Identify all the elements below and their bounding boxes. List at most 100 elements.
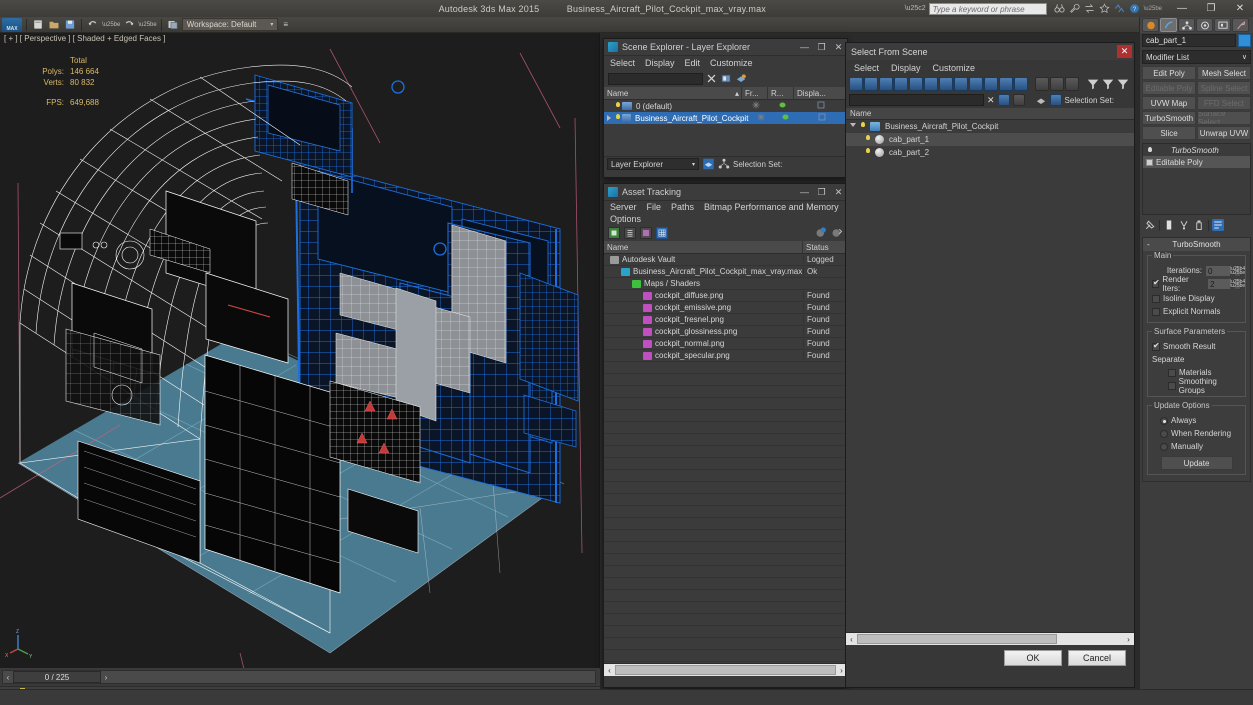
materials-checkbox[interactable] (1168, 368, 1176, 377)
bone-objects-icon[interactable] (984, 76, 998, 91)
asset-row[interactable]: cockpit_normal.png Found (604, 338, 847, 350)
explorer-mode-arrow[interactable]: ▾ (692, 161, 695, 168)
asset-empty-row[interactable] (604, 398, 847, 410)
filter-icon[interactable] (1086, 77, 1100, 91)
asset-empty-row[interactable] (604, 530, 847, 542)
scene-explorer-maximize[interactable]: ❐ (813, 39, 830, 56)
asset-row[interactable]: Autodesk Vault Logged (604, 254, 847, 266)
column-name[interactable]: Name (604, 240, 803, 254)
explicit-normals-checkbox[interactable] (1152, 307, 1160, 316)
scroll-right-arrow[interactable]: › (1123, 635, 1134, 644)
asset-tracking-list[interactable]: Autodesk Vault Logged Business_Aircraft_Pi… (604, 254, 847, 663)
menu-server[interactable]: Server (610, 202, 637, 212)
asset-tracking-titlebar[interactable]: Asset Tracking — ❐ ✕ (604, 184, 847, 201)
cameras-icon[interactable] (909, 76, 923, 91)
autodesk-360-icon[interactable] (1114, 3, 1125, 14)
workspace-selector[interactable]: Workspace: Default ▾ (181, 18, 279, 31)
asset-empty-row[interactable] (604, 650, 847, 662)
always-radio[interactable] (1160, 416, 1168, 425)
scene-explorer-find-input[interactable] (608, 72, 703, 85)
menu-select[interactable]: Select (610, 58, 635, 68)
open-file-icon[interactable] (47, 18, 61, 31)
hierarchy-icon[interactable] (718, 158, 730, 170)
asset-row[interactable]: Business_Aircraft_Pilot_Cockpit_max_vray… (604, 266, 847, 278)
modifier-list-dropdown[interactable]: Modifier List ∨ (1142, 50, 1251, 64)
titlebar-overflow-arrow[interactable]: \u25be (1144, 6, 1162, 12)
particles-icon[interactable] (1014, 76, 1028, 91)
manually-radio[interactable] (1160, 442, 1168, 451)
star-icon[interactable] (1099, 3, 1110, 14)
asset-empty-row[interactable] (604, 554, 847, 566)
light-bulb-icon[interactable] (859, 122, 867, 131)
layer-props-icon[interactable] (735, 73, 747, 84)
modifier-button-uvw-map[interactable]: UVW Map (1142, 96, 1196, 110)
thumbnail-icon[interactable] (640, 227, 652, 239)
menu-edit[interactable]: Edit (685, 58, 701, 68)
asset-row[interactable]: cockpit_glossiness.png Found (604, 326, 847, 338)
iterations-input[interactable]: 0 (1205, 264, 1231, 277)
viewport-label[interactable]: [ + ] [ Perspective ] [ Shaded + Edged F… (4, 34, 165, 43)
pin-stack-icon[interactable] (1144, 219, 1156, 231)
column-display[interactable]: Displa... (794, 86, 846, 100)
menu-select[interactable]: Select (854, 63, 879, 73)
geometry-icon[interactable] (864, 76, 878, 91)
asset-empty-row[interactable] (604, 470, 847, 482)
hierarchy-tab-icon[interactable] (1178, 18, 1195, 32)
asset-empty-row[interactable] (604, 542, 847, 554)
cockpit-3d-model[interactable]: Z Y X (0, 33, 600, 668)
asset-row[interactable]: cockpit_fresnel.png Found (604, 314, 847, 326)
light-bulb-icon[interactable] (614, 101, 622, 111)
asset-empty-row[interactable] (604, 386, 847, 398)
asset-empty-row[interactable] (604, 626, 847, 638)
menu-display[interactable]: Display (645, 58, 675, 68)
clear-find-icon[interactable]: ✕ (987, 95, 995, 106)
search-expand-arrow[interactable]: \u25c2 (905, 5, 926, 12)
asset-empty-row[interactable] (604, 422, 847, 434)
column-freeze[interactable]: Fr... (742, 86, 768, 100)
configure-sets-icon[interactable] (1212, 219, 1224, 231)
menu-paths[interactable]: Paths (671, 202, 694, 212)
light-bulb-icon[interactable] (1146, 146, 1154, 155)
new-layer-icon[interactable] (720, 73, 732, 84)
exchange-icon[interactable] (1084, 3, 1095, 14)
create-tab-icon[interactable] (1142, 18, 1159, 32)
all-icon[interactable] (849, 76, 863, 91)
scene-explorer-window[interactable]: Scene Explorer - Layer Explorer — ❐ ✕ Se… (603, 38, 848, 178)
asset-tracking-window[interactable]: Asset Tracking — ❐ ✕ Server File Paths B… (603, 183, 848, 688)
modifier-stack[interactable]: TurboSmooth Editable Poly (1142, 143, 1251, 215)
asset-tracking-minimize[interactable]: — (796, 184, 813, 201)
modifier-stack-row[interactable]: Editable Poly (1143, 156, 1250, 168)
scene-tree-row[interactable]: cab_part_2 (846, 146, 1134, 159)
freeze-toggle[interactable] (748, 113, 773, 123)
next-frame-arrow[interactable]: › (101, 673, 111, 682)
asset-row[interactable]: cockpit_diffuse.png Found (604, 290, 847, 302)
expand-all-icon[interactable] (1116, 77, 1130, 91)
refresh-icon[interactable] (608, 227, 620, 239)
render-iters-input[interactable]: 2 (1207, 277, 1232, 290)
scene-explorer-minimize[interactable]: — (796, 39, 813, 56)
helpers-icon[interactable] (924, 76, 938, 91)
workspace-dropdown-arrow[interactable]: ▾ (270, 21, 273, 28)
modify-tab-icon[interactable] (1160, 18, 1177, 32)
max-logo-icon[interactable]: MAX (2, 17, 22, 32)
remove-modifier-icon[interactable] (1193, 219, 1205, 231)
iterations-stepper[interactable]: \u25b4 \u25be (1230, 264, 1245, 277)
containers-icon[interactable] (999, 76, 1013, 91)
select-influences-icon[interactable] (1012, 94, 1025, 106)
scroll-left-arrow[interactable]: ‹ (604, 666, 615, 675)
new-file-icon[interactable] (31, 18, 45, 31)
undo-dropdown-arrow[interactable]: \u25be (102, 22, 120, 28)
collapse-icon[interactable]: - (1147, 240, 1150, 249)
display-toggle[interactable] (795, 101, 847, 111)
smooth-result-checkbox[interactable] (1152, 341, 1160, 351)
select-from-scene-hscrollbar[interactable]: ‹ › (846, 632, 1134, 645)
light-bulb-icon[interactable] (864, 148, 872, 157)
select-from-scene-tree[interactable]: Business_Aircraft_Pilot_Cockpit cab_part_… (846, 120, 1134, 632)
wrench-icon[interactable] (1069, 3, 1080, 14)
utilities-tab-icon[interactable] (1232, 18, 1249, 32)
sort-icon[interactable] (1101, 77, 1115, 91)
modifier-button-unwrap-uvw[interactable]: Unwrap UVW (1197, 126, 1251, 140)
expand-arrow-icon[interactable] (607, 115, 611, 121)
layer-icon[interactable] (1035, 95, 1047, 106)
display-dependents-icon[interactable] (1065, 76, 1079, 91)
